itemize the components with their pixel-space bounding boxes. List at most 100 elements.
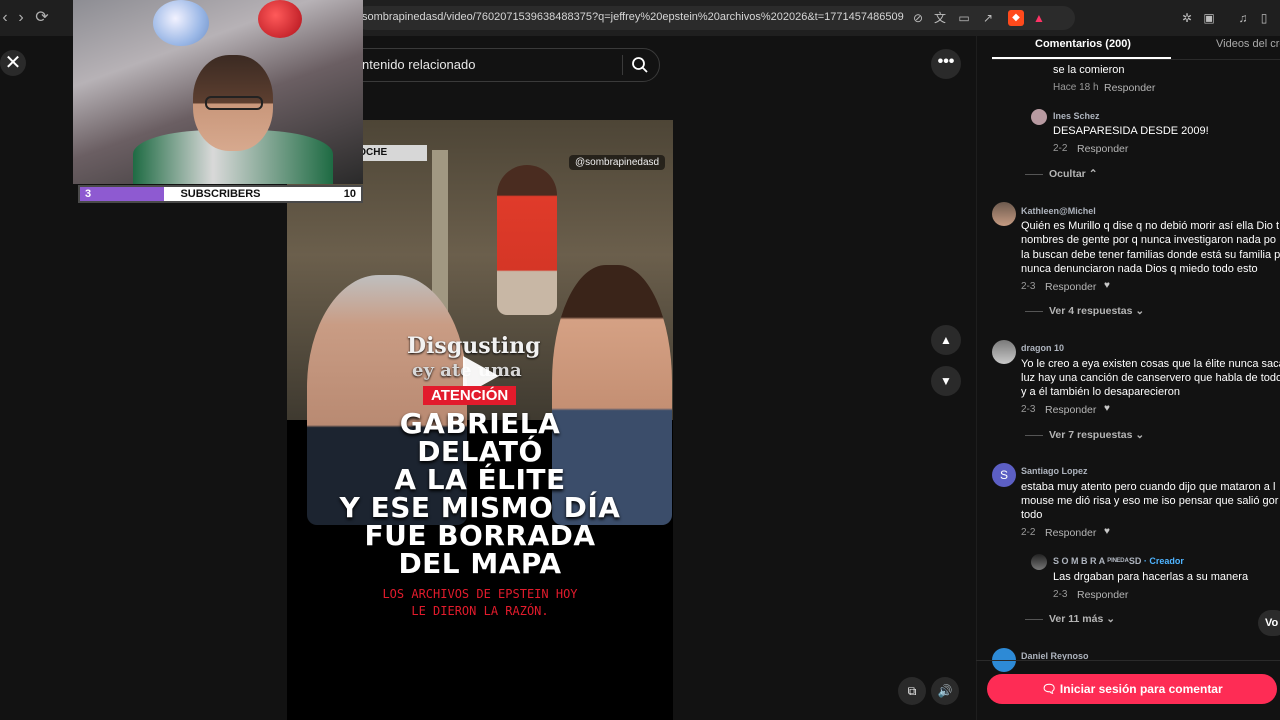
avatar[interactable] xyxy=(1031,109,1047,125)
tab-comments[interactable]: Comentarios (200) xyxy=(1035,38,1131,50)
comment-text-line: todo xyxy=(1021,509,1043,521)
forward-icon[interactable]: › xyxy=(12,9,30,27)
subline-line: LE DIERON LA RAZÓN. xyxy=(411,604,549,618)
search-divider xyxy=(622,55,623,75)
translate-icon[interactable]: 文 xyxy=(932,10,948,26)
avatar[interactable]: S xyxy=(992,463,1016,487)
creator-name: S O M B R A ᴾᴵᴺᴱᴰᴬSD xyxy=(1053,556,1142,566)
comment-author[interactable]: S O M B R A ᴾᴵᴺᴱᴰᴬSD · Creador xyxy=(1053,556,1184,566)
comment-author[interactable]: Kathleen@Michel xyxy=(1021,206,1096,216)
divider-line xyxy=(1025,619,1043,620)
view-replies-button[interactable]: Ver 7 respuestas ⌄ xyxy=(1049,429,1144,441)
view-more-replies-button[interactable]: Ver 11 más ⌄ xyxy=(1049,613,1115,625)
reply-button[interactable]: Responder xyxy=(1077,589,1128,601)
subscriber-goal-label: SUBSCRIBERS xyxy=(180,188,261,200)
previous-video-button[interactable]: ▲ xyxy=(931,325,961,355)
partial-button[interactable]: Vo xyxy=(1258,610,1280,636)
search-icon[interactable] xyxy=(631,56,649,74)
streamer-glasses xyxy=(205,96,263,110)
creator-like-icon: ♥ xyxy=(1104,280,1110,291)
comment-meta: 2-2 xyxy=(1053,143,1068,154)
comment-author[interactable]: dragon 10 xyxy=(1021,343,1064,353)
subscriber-goal-current: 3 xyxy=(85,188,92,200)
more-options-button[interactable]: ••• xyxy=(931,49,961,79)
reply-button[interactable]: Responder xyxy=(1045,404,1096,416)
subscriber-goal-bar: SUBSCRIBERS 3 10 xyxy=(78,185,363,203)
headline-line: Y ESE MISMO DÍA xyxy=(339,491,621,524)
search-placeholder: ntenido relacionado xyxy=(362,57,476,72)
hide-replies-button[interactable]: Ocultar ⌃ xyxy=(1049,168,1098,180)
screen: ‹ › ⟳ sombrapinedasd/video/7602071539638… xyxy=(0,0,1280,720)
close-button[interactable]: ✕ xyxy=(0,50,26,76)
avatar[interactable] xyxy=(1031,554,1047,570)
reply-button[interactable]: Responder xyxy=(1077,143,1128,155)
headline-line: FUE BORRADA xyxy=(364,519,596,552)
reply-button[interactable]: Responder xyxy=(1104,82,1155,94)
share-icon[interactable]: ↗ xyxy=(980,10,996,26)
sidebar-icon[interactable]: ▯ xyxy=(1256,10,1272,26)
chevron-up-icon: ⌃ xyxy=(1088,168,1098,180)
next-video-button[interactable]: ▼ xyxy=(931,366,961,396)
comment-meta: 2-3 xyxy=(1021,404,1036,415)
login-button-label: Iniciar sesión para comentar xyxy=(1059,682,1223,696)
comment-text: Las drgaban para hacerlas a su manera xyxy=(1053,571,1249,583)
comment-text-line: nombres de gente por q nunca investigaro… xyxy=(1021,234,1277,246)
view-replies-button[interactable]: Ver 4 respuestas ⌄ xyxy=(1049,305,1144,317)
balloon-image xyxy=(153,0,209,46)
comment-meta: 2-3 xyxy=(1053,589,1068,600)
tab-divider xyxy=(992,59,1280,60)
divider-line xyxy=(1025,435,1043,436)
brave-shield-icon[interactable]: ◆ xyxy=(1008,10,1024,26)
divider-line xyxy=(1025,311,1043,312)
comment-text-line: y a él también lo desaparecieron xyxy=(1021,386,1180,398)
comment-text-line: Quién es Murillo q dise q no debió morir… xyxy=(1021,220,1280,232)
comment-author[interactable]: Ines Schez xyxy=(1053,111,1100,121)
screenshot-icon[interactable]: ▣ xyxy=(1201,10,1217,26)
comment-text-line: la buscan debe tener familias donde está… xyxy=(1021,249,1280,261)
comment-text-line: nunca denunciaron nada Dios q miedo todo… xyxy=(1021,263,1258,275)
chevron-down-icon: ⌄ xyxy=(1135,429,1145,441)
no-cast-icon[interactable]: ⊘ xyxy=(910,10,926,26)
comment-meta: 2-2 xyxy=(1021,527,1036,538)
reload-icon[interactable]: ⟳ xyxy=(33,9,51,27)
rewards-icon[interactable]: ▲ xyxy=(1031,10,1047,26)
creator-label: · Creador xyxy=(1143,556,1184,566)
creator-like-icon: ♥ xyxy=(1104,526,1110,537)
comment-text-line: estaba muy atento pero cuando dijo que m… xyxy=(1021,481,1276,493)
view-replies-label: Ver 7 respuestas xyxy=(1049,429,1133,441)
hide-replies-label: Ocultar xyxy=(1049,168,1086,180)
comment-text: se la comieron xyxy=(1053,64,1125,76)
headline-line: GABRIELA xyxy=(399,407,561,440)
video-watermark: @sombrapinedasd xyxy=(569,155,666,170)
avatar[interactable] xyxy=(992,340,1016,364)
url-text[interactable]: sombrapinedasd/video/7602071539638488375… xyxy=(362,11,904,23)
comment-meta: 2-3 xyxy=(1021,281,1036,292)
extensions-icon[interactable]: ✲ xyxy=(1179,10,1195,26)
headline-line: DELATÓ xyxy=(417,435,543,468)
panel-divider xyxy=(976,660,1280,661)
reply-button[interactable]: Responder xyxy=(1045,527,1096,539)
headline-line: A LA ÉLITE xyxy=(394,463,566,496)
comment-bubble-icon: 🗨 xyxy=(1041,682,1057,696)
chevron-down-icon: ⌄ xyxy=(1135,305,1145,317)
volume-icon[interactable]: 🔊 xyxy=(931,677,959,705)
webcam-overlay xyxy=(73,0,363,184)
video-player[interactable]: NOCHE @sombrapinedasd Disgusting ey ate … xyxy=(287,120,673,720)
video-headline: GABRIELA DELATÓ A LA ÉLITE Y ESE MISMO D… xyxy=(287,410,673,578)
video-badge: ATENCIÓN xyxy=(423,386,517,405)
reply-button[interactable]: Responder xyxy=(1045,281,1096,293)
comment-author[interactable]: Santiago Lopez xyxy=(1021,466,1088,476)
balloon-image xyxy=(258,0,302,38)
tab-creator-videos[interactable]: Videos del cre xyxy=(1216,38,1280,50)
pip-icon[interactable]: ⧉ xyxy=(898,677,926,705)
divider-line xyxy=(1025,174,1043,175)
video-subline: LOS ARCHIVOS DE EPSTEIN HOY LE DIERON LA… xyxy=(287,586,673,620)
cast-icon[interactable]: ▭ xyxy=(956,10,972,26)
subscriber-goal-target: 10 xyxy=(343,188,356,200)
avatar[interactable] xyxy=(992,202,1016,226)
headline-line: DEL MAPA xyxy=(398,547,562,580)
comment-text: DESAPARESIDA DESDE 2009! xyxy=(1053,125,1209,137)
login-to-comment-button[interactable]: 🗨 Iniciar sesión para comentar xyxy=(987,674,1277,704)
media-icon[interactable]: ♫ xyxy=(1235,10,1251,26)
video-figure-background xyxy=(497,165,557,315)
